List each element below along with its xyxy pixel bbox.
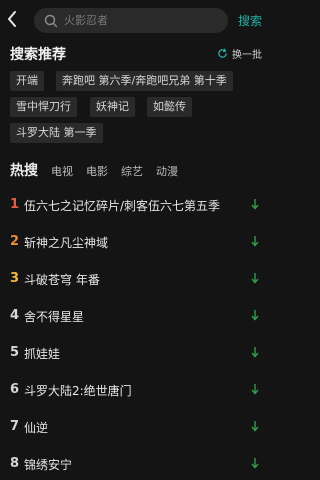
- hot-list-item[interactable]: 3 斗破苍穹 年番: [0, 265, 270, 295]
- item-title: 锦绣安宁: [24, 458, 73, 472]
- tab-hot-search[interactable]: 热搜: [10, 160, 38, 180]
- refresh-icon: [218, 48, 227, 58]
- trend-down-icon: [251, 310, 259, 321]
- chip-recommend[interactable]: 斗罗大陆 第一季: [10, 123, 103, 143]
- rank-number: 7: [10, 419, 20, 434]
- hot-list-item[interactable]: 5 抓娃娃: [0, 339, 270, 369]
- rank-number: 6: [10, 382, 20, 397]
- trend-down-icon: [251, 384, 259, 395]
- search-button[interactable]: 搜索: [238, 12, 262, 29]
- rank-number: 1: [10, 197, 20, 212]
- refresh-button[interactable]: 换一批: [217, 46, 262, 61]
- hot-list-item[interactable]: 8 锦绣安宁: [0, 450, 270, 480]
- chip-recommend[interactable]: 妖神记: [90, 97, 135, 117]
- recommend-title: 搜索推荐: [10, 47, 66, 63]
- tab-anime[interactable]: 动漫: [156, 163, 178, 179]
- search-input[interactable]: [64, 11, 214, 30]
- trend-down-icon: [251, 458, 259, 469]
- top-bar: 搜索: [0, 0, 270, 40]
- hot-tabs: 热搜 电视 电影 综艺 动漫: [10, 160, 191, 180]
- trend-down-icon: [251, 273, 259, 284]
- rank-number: 5: [10, 345, 20, 360]
- refresh-label: 换一批: [232, 50, 262, 61]
- item-title: 抓娃娃: [24, 347, 61, 361]
- tab-movie[interactable]: 电影: [86, 163, 108, 179]
- search-icon: [44, 13, 58, 28]
- item-title: 伍六七之记忆碎片/刺客伍六七第五季: [24, 199, 221, 213]
- item-title: 舍不得星星: [24, 310, 85, 324]
- tab-variety[interactable]: 综艺: [121, 163, 143, 179]
- hot-list-item[interactable]: 7 仙逆: [0, 413, 270, 443]
- item-title: 斗罗大陆2:绝世唐门: [24, 384, 132, 398]
- rank-number: 4: [10, 308, 20, 323]
- rank-number: 8: [10, 456, 20, 471]
- chip-recommend[interactable]: 开端: [10, 71, 44, 91]
- chip-recommend[interactable]: 奔跑吧 第六季/奔跑吧兄弟 第十季: [56, 71, 233, 91]
- item-title: 仙逆: [24, 421, 49, 435]
- item-title: 斩神之凡尘神域: [24, 236, 109, 250]
- chip-recommend[interactable]: 如懿传: [147, 97, 192, 117]
- trend-down-icon: [251, 199, 259, 210]
- trend-down-icon: [251, 236, 259, 247]
- trend-down-icon: [251, 421, 259, 432]
- back-arrow-icon[interactable]: [6, 10, 24, 30]
- hot-list-item[interactable]: 2 斩神之凡尘神域: [0, 228, 270, 258]
- search-box[interactable]: [34, 8, 228, 33]
- chip-recommend[interactable]: 雪中悍刀行: [10, 97, 77, 117]
- hot-list-item[interactable]: 1 伍六七之记忆碎片/刺客伍六七第五季: [0, 191, 270, 221]
- hot-list-item[interactable]: 4 舍不得星星: [0, 302, 270, 332]
- trend-down-icon: [251, 347, 259, 358]
- tab-tv[interactable]: 电视: [51, 163, 73, 179]
- rank-number: 2: [10, 234, 20, 249]
- hot-list-item[interactable]: 6 斗罗大陆2:绝世唐门: [0, 376, 270, 406]
- item-title: 斗破苍穹 年番: [24, 273, 100, 287]
- rank-number: 3: [10, 271, 20, 286]
